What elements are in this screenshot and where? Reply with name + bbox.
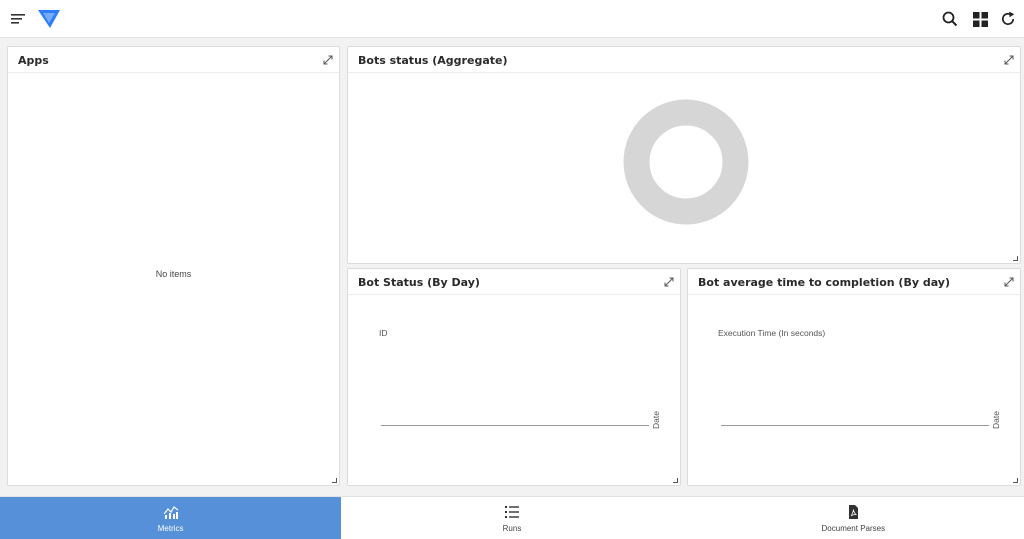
expand-icon[interactable] — [1003, 53, 1015, 65]
panel-title: Bot Status (By Day) — [358, 276, 480, 289]
search-icon[interactable] — [939, 8, 961, 30]
hamburger-menu-icon[interactable] — [8, 8, 30, 30]
app-logo-icon — [36, 7, 62, 31]
panel-header: Bot average time to completion (By day) — [688, 269, 1020, 295]
donut-ring — [623, 99, 749, 225]
resize-handle[interactable] — [673, 478, 678, 483]
resize-handle[interactable] — [1013, 256, 1018, 261]
tab-label: Document Parses — [821, 524, 886, 533]
expand-icon[interactable] — [663, 275, 675, 287]
x-axis-line — [381, 425, 649, 426]
x-axis-label: Date — [651, 411, 661, 429]
tab-runs[interactable]: Runs — [341, 497, 682, 539]
resize-handle[interactable] — [332, 478, 337, 483]
y-axis-label: Execution Time (In seconds) — [718, 328, 826, 338]
metrics-chart-icon — [163, 505, 179, 519]
x-axis-label: Date — [991, 411, 1001, 429]
panel-header: Bot Status (By Day) — [348, 269, 680, 295]
top-bar — [0, 0, 1024, 38]
bottom-navigation: Metrics Runs Document Parses — [0, 496, 1024, 539]
empty-state-text: No items — [155, 269, 192, 279]
list-icon — [504, 505, 520, 519]
panel-header: Apps — [8, 47, 339, 73]
bot-average-time-panel: Bot average time to completion (By day) … — [687, 268, 1021, 486]
expand-icon[interactable] — [1003, 275, 1015, 287]
grid-layout-icon[interactable] — [969, 8, 991, 30]
pdf-document-icon — [845, 505, 861, 519]
x-axis-line — [721, 425, 989, 426]
expand-icon[interactable] — [322, 53, 334, 65]
tab-label: Runs — [502, 524, 522, 533]
tab-metrics[interactable]: Metrics — [0, 497, 342, 539]
y-axis-label: ID — [379, 328, 388, 338]
panel-title: Bot average time to completion (By day) — [698, 276, 950, 289]
apps-panel: Apps No items — [7, 46, 340, 486]
panel-title: Apps — [18, 54, 49, 67]
bots-status-aggregate-panel: Bots status (Aggregate) — [347, 46, 1021, 264]
refresh-icon[interactable] — [997, 8, 1019, 30]
resize-handle[interactable] — [1013, 478, 1018, 483]
panel-header: Bots status (Aggregate) — [348, 47, 1020, 73]
tab-label: Metrics — [157, 524, 184, 533]
bot-status-by-day-panel: Bot Status (By Day) ID Date — [347, 268, 681, 486]
status-donut-chart — [623, 99, 749, 225]
panel-title: Bots status (Aggregate) — [358, 54, 508, 67]
tab-document-parses[interactable]: Document Parses — [683, 497, 1024, 539]
